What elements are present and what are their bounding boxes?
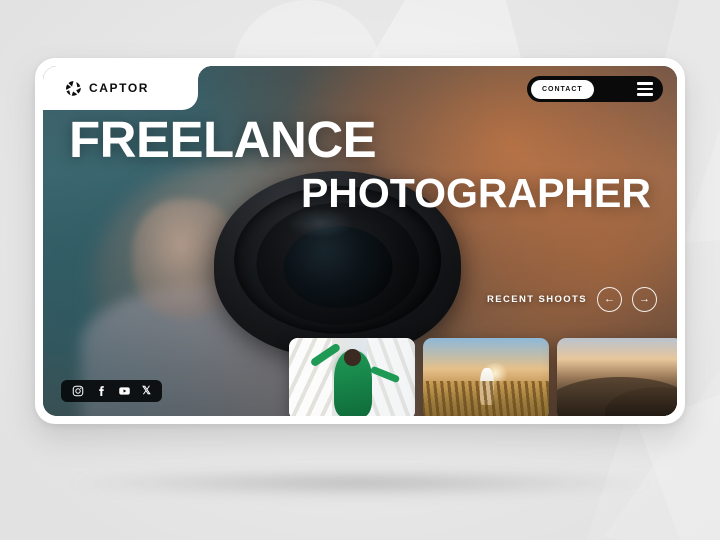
thumb2-grass bbox=[423, 380, 549, 416]
instagram-icon[interactable] bbox=[72, 385, 84, 397]
thumb1-head bbox=[344, 349, 361, 366]
hero-headline: FREELANCE PHOTOGRAPHER bbox=[43, 114, 677, 214]
camera-shutter-icon bbox=[66, 80, 81, 96]
arrow-right-icon[interactable]: → bbox=[632, 287, 657, 312]
burger-line bbox=[637, 82, 653, 85]
recent-shoots-bar: RECENT SHOOTS ← → bbox=[487, 287, 657, 312]
thumbnail-item[interactable] bbox=[557, 338, 677, 416]
thumbnail-item[interactable] bbox=[289, 338, 415, 416]
burger-line bbox=[637, 93, 653, 96]
brand-name: CAPTOR bbox=[89, 81, 150, 95]
recent-shoots-carousel bbox=[289, 338, 677, 416]
arrow-left-icon[interactable]: ← bbox=[597, 287, 622, 312]
burger-line bbox=[637, 87, 653, 91]
hamburger-menu-icon[interactable] bbox=[637, 82, 653, 96]
nav-pill: CONTACT bbox=[527, 76, 663, 102]
hero-section: CAPTOR CONTACT FREELANCE PHOTOGRAPHER RE… bbox=[43, 66, 677, 416]
facebook-icon[interactable] bbox=[95, 385, 107, 397]
contact-button[interactable]: CONTACT bbox=[531, 79, 594, 99]
recent-shoots-label: RECENT SHOOTS bbox=[486, 294, 587, 305]
social-links: 𝕏 bbox=[61, 380, 162, 402]
headline-line-1: FREELANCE bbox=[69, 111, 377, 168]
youtube-icon[interactable] bbox=[118, 385, 131, 397]
website-mockup-card: CAPTOR CONTACT FREELANCE PHOTOGRAPHER RE… bbox=[35, 58, 685, 424]
headline-line-2: PHOTOGRAPHER bbox=[300, 170, 651, 216]
brand-logo[interactable]: CAPTOR bbox=[43, 66, 212, 110]
card-drop-shadow bbox=[70, 470, 650, 496]
x-twitter-icon[interactable]: 𝕏 bbox=[142, 385, 151, 397]
thumbnail-item[interactable] bbox=[423, 338, 549, 416]
